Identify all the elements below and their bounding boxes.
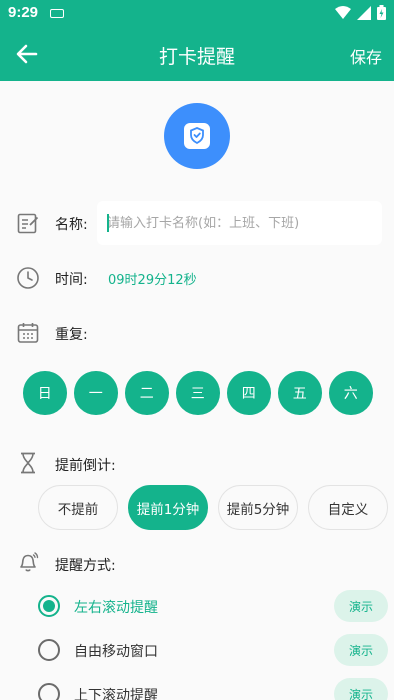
radio-selected-icon[interactable] — [38, 595, 60, 617]
signal-icon — [357, 5, 371, 20]
option-label: 左右滚动提醒 — [74, 600, 158, 616]
hourglass-icon — [21, 452, 35, 474]
app-bar: 打卡提醒 保存 — [0, 26, 394, 81]
app-logo — [164, 103, 230, 169]
page-title: 打卡提醒 — [158, 46, 235, 68]
day-tuesday[interactable]: 二 — [125, 371, 169, 415]
reminder-option-floating-window[interactable]: 自由移动窗口 演示 — [38, 634, 388, 666]
status-bar: 9:29 — [0, 0, 394, 26]
edit-icon — [17, 213, 39, 234]
keyboard-icon — [50, 9, 64, 18]
chip-no-advance[interactable]: 不提前 — [38, 485, 118, 530]
day-thursday[interactable]: 四 — [227, 371, 271, 415]
shield-check-icon — [184, 123, 210, 149]
option-label: 上下滚动提醒 — [74, 688, 158, 700]
countdown-label: 提前倒计: — [55, 458, 116, 474]
day-friday[interactable]: 五 — [278, 371, 322, 415]
status-time: 9:29 — [8, 4, 39, 21]
chip-custom[interactable]: 自定义 — [308, 485, 388, 530]
countdown-options: 不提前 提前1分钟 提前5分钟 自定义 — [38, 485, 388, 530]
demo-button[interactable]: 演示 — [334, 634, 388, 666]
status-icons — [335, 5, 386, 20]
radio-unselected-icon[interactable] — [38, 683, 60, 700]
time-value[interactable]: 09时29分12秒 — [108, 269, 197, 288]
reminder-label: 提醒方式: — [55, 558, 116, 574]
reminder-option-vertical-scroll[interactable]: 上下滚动提醒 演示 — [38, 678, 388, 700]
day-wednesday[interactable]: 三 — [176, 371, 220, 415]
name-input[interactable] — [97, 201, 382, 245]
radio-unselected-icon[interactable] — [38, 639, 60, 661]
demo-button[interactable]: 演示 — [334, 678, 388, 700]
day-monday[interactable]: 一 — [74, 371, 118, 415]
wifi-icon — [335, 5, 351, 19]
name-label: 名称: — [55, 217, 88, 233]
chip-5-minutes[interactable]: 提前5分钟 — [218, 485, 298, 530]
option-label: 自由移动窗口 — [74, 644, 158, 660]
clock-icon — [17, 267, 39, 289]
time-label: 时间: — [55, 272, 88, 288]
demo-button[interactable]: 演示 — [334, 590, 388, 622]
day-saturday[interactable]: 六 — [329, 371, 373, 415]
reminder-option-horizontal-scroll[interactable]: 左右滚动提醒 演示 — [38, 590, 388, 622]
save-button[interactable]: 保存 — [350, 44, 382, 68]
calendar-icon — [17, 323, 39, 343]
weekday-selector: 日 一 二 三 四 五 六 — [23, 371, 373, 415]
chip-1-minute[interactable]: 提前1分钟 — [128, 485, 208, 530]
text-cursor — [107, 214, 109, 232]
battery-icon — [377, 5, 386, 20]
bell-ring-icon — [20, 552, 39, 572]
day-sunday[interactable]: 日 — [23, 371, 67, 415]
repeat-label: 重复: — [55, 327, 88, 343]
